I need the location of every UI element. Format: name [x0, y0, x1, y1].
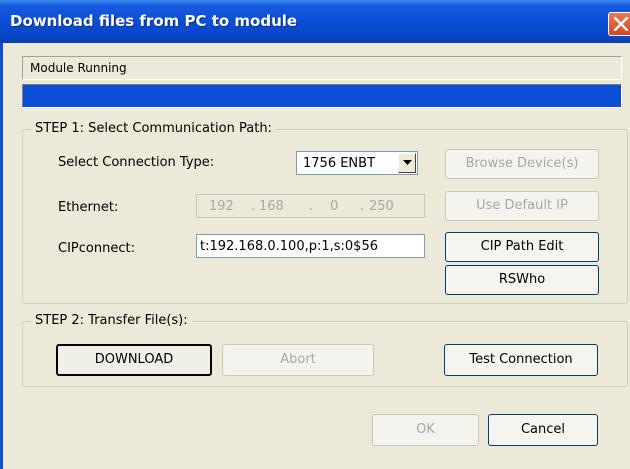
- ok-button[interactable]: OK: [372, 414, 479, 446]
- chevron-down-icon: [403, 160, 412, 165]
- ip-octet-1: 192: [209, 199, 234, 214]
- connection-type-value: 1756 ENBT: [303, 156, 376, 171]
- ethernet-ip-field[interactable]: 192 . 168 . 0 . 250: [196, 194, 425, 218]
- ip-dot: .: [309, 199, 314, 214]
- rswho-button[interactable]: RSWho: [445, 265, 599, 295]
- ip-dot: .: [251, 199, 256, 214]
- cip-path-edit-button[interactable]: CIP Path Edit: [445, 232, 599, 262]
- cipconnect-input[interactable]: t:192.168.0.100,p:1,s:0$56: [196, 234, 425, 258]
- progress-bar: [22, 84, 622, 108]
- window-border: [0, 43, 3, 469]
- title-bar[interactable]: Download files from PC to module: [0, 0, 630, 43]
- ip-octet-4: 250: [369, 199, 394, 214]
- step2-title: STEP 2: Transfer File(s):: [31, 313, 192, 328]
- connection-type-label: Select Connection Type:: [58, 155, 215, 170]
- download-button[interactable]: DOWNLOAD: [56, 344, 212, 376]
- cipconnect-label: CIPconnect:: [58, 241, 135, 256]
- connection-type-select[interactable]: 1756 ENBT: [296, 151, 418, 175]
- test-connection-button[interactable]: Test Connection: [444, 344, 598, 376]
- cancel-button[interactable]: Cancel: [488, 414, 598, 446]
- step1-title: STEP 1: Select Communication Path:: [31, 121, 276, 136]
- use-default-ip-button[interactable]: Use Default IP: [445, 191, 599, 221]
- ip-dot: .: [360, 199, 365, 214]
- close-icon: [613, 17, 629, 31]
- close-button[interactable]: [608, 12, 630, 36]
- progress-fill: [23, 85, 621, 107]
- abort-button[interactable]: Abort: [222, 344, 374, 376]
- status-text: Module Running: [22, 56, 622, 80]
- window-title: Download files from PC to module: [10, 12, 298, 30]
- browse-devices-button[interactable]: Browse Device(s): [445, 149, 599, 179]
- dropdown-button[interactable]: [398, 153, 416, 173]
- ip-octet-2: 168: [259, 199, 284, 214]
- ethernet-label: Ethernet:: [58, 200, 119, 215]
- download-dialog: Download files from PC to module Module …: [0, 0, 630, 469]
- ip-octet-3: 0: [330, 199, 339, 214]
